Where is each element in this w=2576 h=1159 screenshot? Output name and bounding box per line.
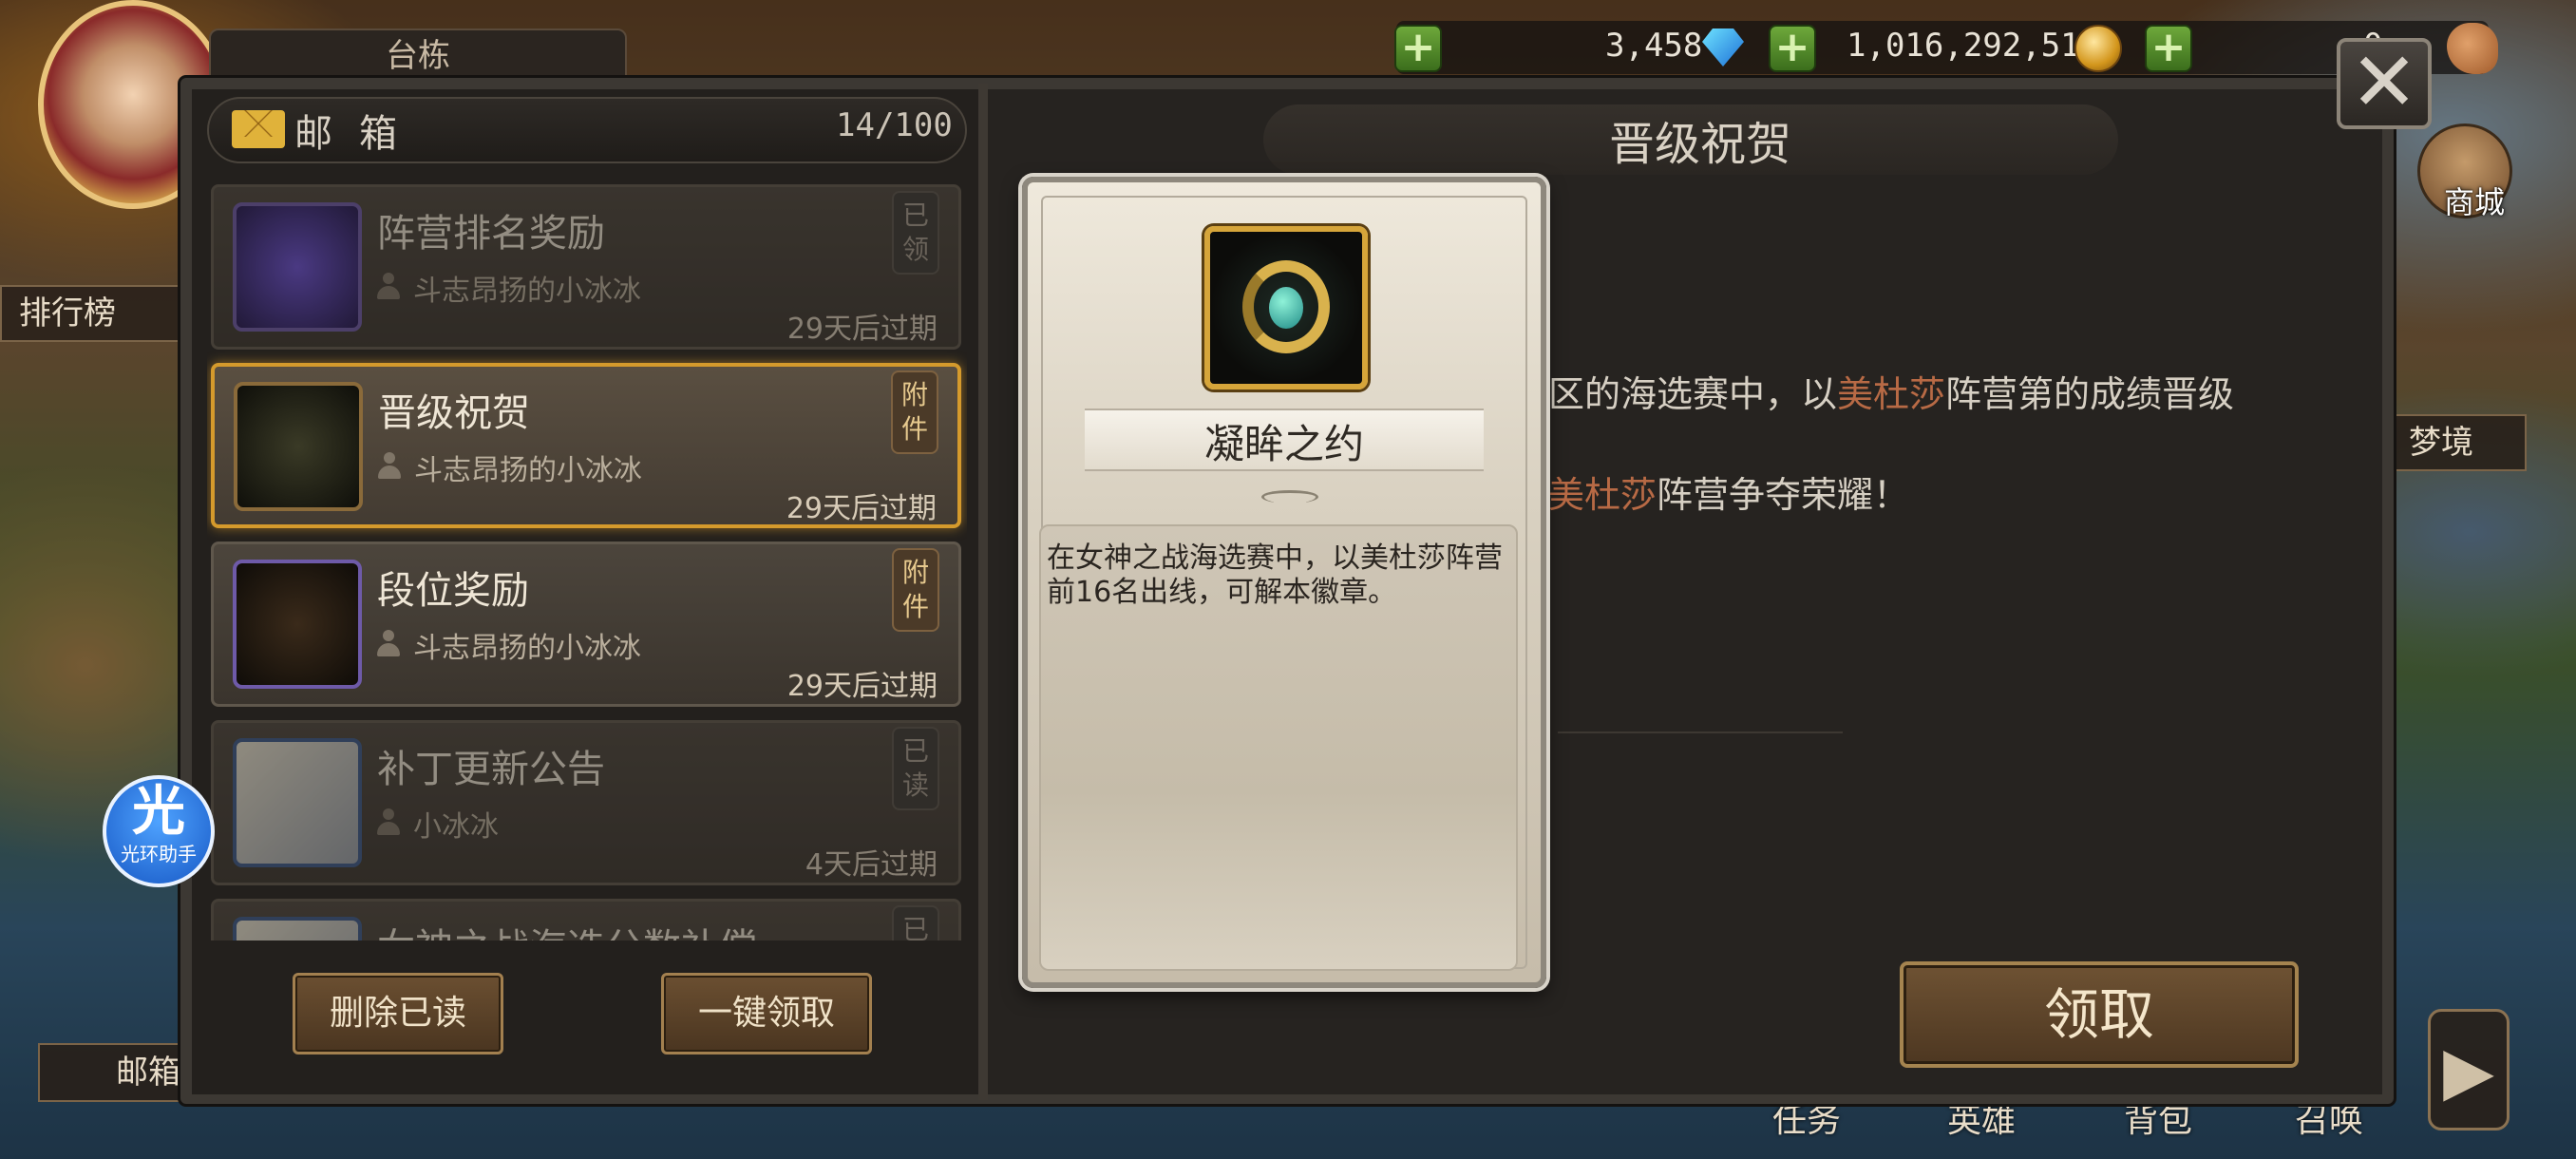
item-tooltip: 凝眸之约 在女神之战海选赛中，以美杜莎阵营前16名出线，可解本徽章。: [1022, 177, 1546, 988]
badge-gem: [1269, 287, 1303, 329]
letter-icon: [233, 917, 362, 940]
gold-count: 1,016,292,511: [1847, 27, 2100, 65]
mail-item-sender: 小冰冰: [413, 810, 499, 844]
mail-count: 14/100: [836, 106, 953, 144]
ornament-divider: [1558, 732, 1843, 733]
mail-item-title: 补丁更新公告: [377, 748, 605, 791]
sender-icon: [377, 630, 400, 656]
delete-read-button[interactable]: 删除已读: [293, 973, 503, 1054]
reward-box-icon: [233, 202, 362, 332]
mail-item[interactable]: 女神之战海选分数补偿 已读: [211, 899, 961, 940]
body-text: 阵营第: [1945, 373, 2055, 415]
helper-float-button[interactable]: 光 光环助手: [103, 775, 215, 887]
add-gold-button[interactable]: +: [1769, 25, 1816, 72]
mail-item[interactable]: 补丁更新公告 小冰冰 4天后过期 已读: [211, 720, 961, 885]
faction-name: 美杜莎: [1548, 474, 1657, 516]
mail-item-expire: 29天后过期: [786, 670, 938, 703]
body-text: 的成绩晋级: [2054, 373, 2235, 415]
faction-name: 美杜莎: [1837, 373, 1946, 415]
mail-body-line-1: 区的海选赛中，以美杜莎阵营第的成绩晋级: [1548, 365, 2234, 417]
next-arrow-icon[interactable]: ▶: [2428, 1009, 2510, 1130]
item-description: 在女神之战海选赛中，以美杜莎阵营前16名出线，可解本徽章。: [1047, 542, 1503, 609]
gold-coin-icon: [2074, 25, 2122, 72]
gems-count: 3,458: [1605, 27, 1703, 65]
mail-item-expire: 4天后过期: [805, 848, 938, 882]
envelope-icon: [232, 110, 285, 148]
mail-item-expire: 29天后过期: [786, 492, 937, 525]
mail-item-title: 女神之战海选分数补偿: [377, 917, 757, 940]
sender-icon: [377, 808, 400, 835]
mail-item-tag: 已读: [892, 905, 939, 940]
letter-icon: [233, 738, 362, 867]
claim-all-button[interactable]: 一键领取: [661, 973, 872, 1054]
mail-item[interactable]: 段位奖励 斗志昂扬的小冰冰 29天后过期 附件: [211, 542, 961, 707]
mail-item-tag: 附件: [892, 548, 939, 632]
mail-item-title: 段位奖励: [377, 569, 529, 613]
mail-item-expire: 29天后过期: [786, 313, 938, 346]
helper-logo: 光: [132, 781, 185, 843]
ornament-icon: [1261, 490, 1318, 504]
mail-item-tag: 已读: [892, 727, 939, 810]
add-food-button[interactable]: +: [2145, 25, 2192, 72]
sender-icon: [378, 452, 401, 479]
sender-icon: [377, 273, 400, 299]
badge-icon: [234, 382, 363, 511]
mail-item-sender: 斗志昂扬的小冰冰: [413, 275, 641, 308]
mail-body-line-2: 美杜莎阵营争夺荣耀！: [1548, 466, 1909, 518]
body-text: 区的海选赛中，以: [1548, 373, 1838, 415]
mailbox-title: 邮箱: [294, 112, 424, 156]
mail-item-sender: 斗志昂扬的小冰冰: [414, 454, 642, 487]
leaderboard-button[interactable]: 排行榜: [0, 285, 180, 342]
serpent-badge-icon: [1204, 226, 1368, 390]
helper-label: 光环助手: [121, 843, 197, 865]
top-tab[interactable]: 台栋: [209, 28, 627, 78]
body-text: 阵营争夺荣耀！: [1657, 474, 1910, 516]
claim-button[interactable]: 领取: [1900, 961, 2299, 1068]
panel-divider: [978, 84, 988, 1100]
item-name: 凝眸之约: [1203, 421, 1364, 467]
shop-label[interactable]: 商城: [2427, 179, 2522, 222]
rank-medal-icon: [233, 560, 362, 689]
mail-item[interactable]: 晋级祝贺 斗志昂扬的小冰冰 29天后过期 附件: [211, 363, 961, 528]
mail-item-tag: 附件: [891, 370, 938, 454]
mail-list[interactable]: 阵营排名奖励 斗志昂扬的小冰冰 29天后过期 已领 晋级祝贺 斗志昂扬的小冰冰 …: [207, 180, 967, 940]
mail-item-sender: 斗志昂扬的小冰冰: [413, 632, 641, 665]
mail-item-title: 阵营排名奖励: [377, 212, 605, 256]
mail-item[interactable]: 阵营排名奖励 斗志昂扬的小冰冰 29天后过期 已领: [211, 184, 961, 350]
mail-item-title: 晋级祝贺: [378, 391, 530, 435]
mail-item-tag: 已领: [892, 191, 939, 275]
add-gems-button[interactable]: +: [1394, 25, 1442, 72]
mail-subject: 晋级祝贺: [1608, 118, 1791, 171]
close-icon[interactable]: ✕: [2337, 38, 2432, 129]
